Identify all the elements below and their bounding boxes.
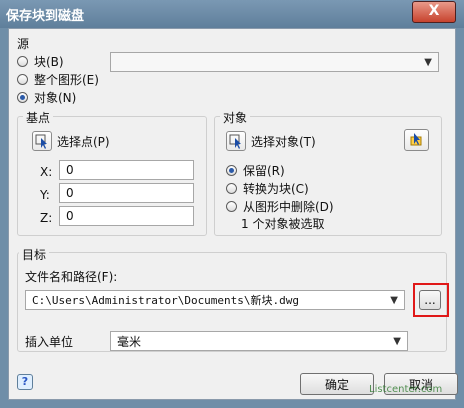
units-value: 毫米 bbox=[117, 334, 142, 349]
retain-label: 保留(R) bbox=[243, 164, 285, 178]
quick-select-button[interactable] bbox=[404, 129, 429, 151]
pick-point-label: 选择点(P) bbox=[57, 135, 110, 149]
z-label: Z: bbox=[40, 211, 53, 225]
select-objects-button[interactable] bbox=[226, 131, 246, 151]
radio-icon[interactable] bbox=[226, 201, 237, 212]
block-name-select: ▼ bbox=[110, 52, 439, 72]
dialog-client-area: 源 块(B) 整个图形(E) 对象(N) ▼ 基点 选择点(P) X: 0 Y:… bbox=[8, 28, 458, 400]
delete-from-drawing-option[interactable]: 从图形中删除(D) bbox=[226, 198, 334, 215]
source-objects-option[interactable]: 对象(N) bbox=[17, 89, 76, 106]
target-legend: 目标 bbox=[19, 246, 50, 263]
select-objects-icon bbox=[229, 134, 241, 149]
chevron-down-icon[interactable]: ▼ bbox=[393, 336, 401, 347]
basepoint-legend: 基点 bbox=[23, 109, 54, 126]
retain-option[interactable]: 保留(R) bbox=[226, 162, 285, 179]
block-label: 块(B) bbox=[34, 55, 64, 69]
select-objects-label: 选择对象(T) bbox=[251, 135, 316, 149]
convert-to-block-option[interactable]: 转换为块(C) bbox=[226, 180, 309, 197]
watermark-text: Listcenter.com bbox=[369, 384, 443, 395]
convert-label: 转换为块(C) bbox=[243, 182, 309, 196]
file-path-value: C:\Users\Administrator\Documents\新块.dwg bbox=[32, 294, 300, 307]
ok-button[interactable]: 确定 bbox=[300, 373, 374, 395]
x-label: X: bbox=[40, 165, 53, 179]
units-label: 插入单位 bbox=[25, 335, 74, 349]
delete-label: 从图形中删除(D) bbox=[243, 200, 334, 214]
source-block-option[interactable]: 块(B) bbox=[17, 53, 64, 70]
radio-icon[interactable] bbox=[226, 183, 237, 194]
objects-label: 对象(N) bbox=[34, 91, 77, 105]
dialog-title: 保存块到磁盘 bbox=[6, 9, 85, 24]
radio-selected-icon[interactable] bbox=[17, 92, 28, 103]
file-path-label: 文件名和路径(F): bbox=[25, 270, 118, 284]
x-field[interactable]: 0 bbox=[59, 160, 194, 180]
close-button[interactable]: X bbox=[412, 1, 456, 23]
z-field[interactable]: 0 bbox=[59, 206, 194, 226]
source-legend: 源 bbox=[17, 35, 30, 52]
selected-count: 1 个对象被选取 bbox=[241, 217, 325, 231]
save-block-dialog: 保存块到磁盘 X 源 块(B) 整个图形(E) 对象(N) ▼ 基点 选择点(P… bbox=[0, 0, 464, 408]
title-bar: 保存块到磁盘 X bbox=[0, 0, 464, 28]
cursor-icon bbox=[35, 134, 47, 149]
chevron-down-icon[interactable]: ▼ bbox=[390, 295, 398, 306]
chevron-down-icon: ▼ bbox=[424, 56, 432, 68]
entire-drawing-label: 整个图形(E) bbox=[34, 73, 99, 87]
y-label: Y: bbox=[40, 188, 50, 202]
quick-select-icon bbox=[410, 133, 422, 146]
file-path-select[interactable]: C:\Users\Administrator\Documents\新块.dwg … bbox=[25, 290, 405, 310]
objects-legend: 对象 bbox=[220, 109, 251, 126]
y-field[interactable]: 0 bbox=[59, 183, 194, 203]
radio-selected-icon[interactable] bbox=[226, 165, 237, 176]
help-button[interactable]: ? bbox=[17, 374, 33, 390]
source-entire-drawing-option[interactable]: 整个图形(E) bbox=[17, 71, 99, 88]
browse-button[interactable]: ... bbox=[419, 290, 441, 310]
radio-icon[interactable] bbox=[17, 74, 28, 85]
pick-point-button[interactable] bbox=[32, 131, 52, 151]
radio-icon[interactable] bbox=[17, 56, 28, 67]
units-select[interactable]: 毫米 ▼ bbox=[110, 331, 408, 351]
